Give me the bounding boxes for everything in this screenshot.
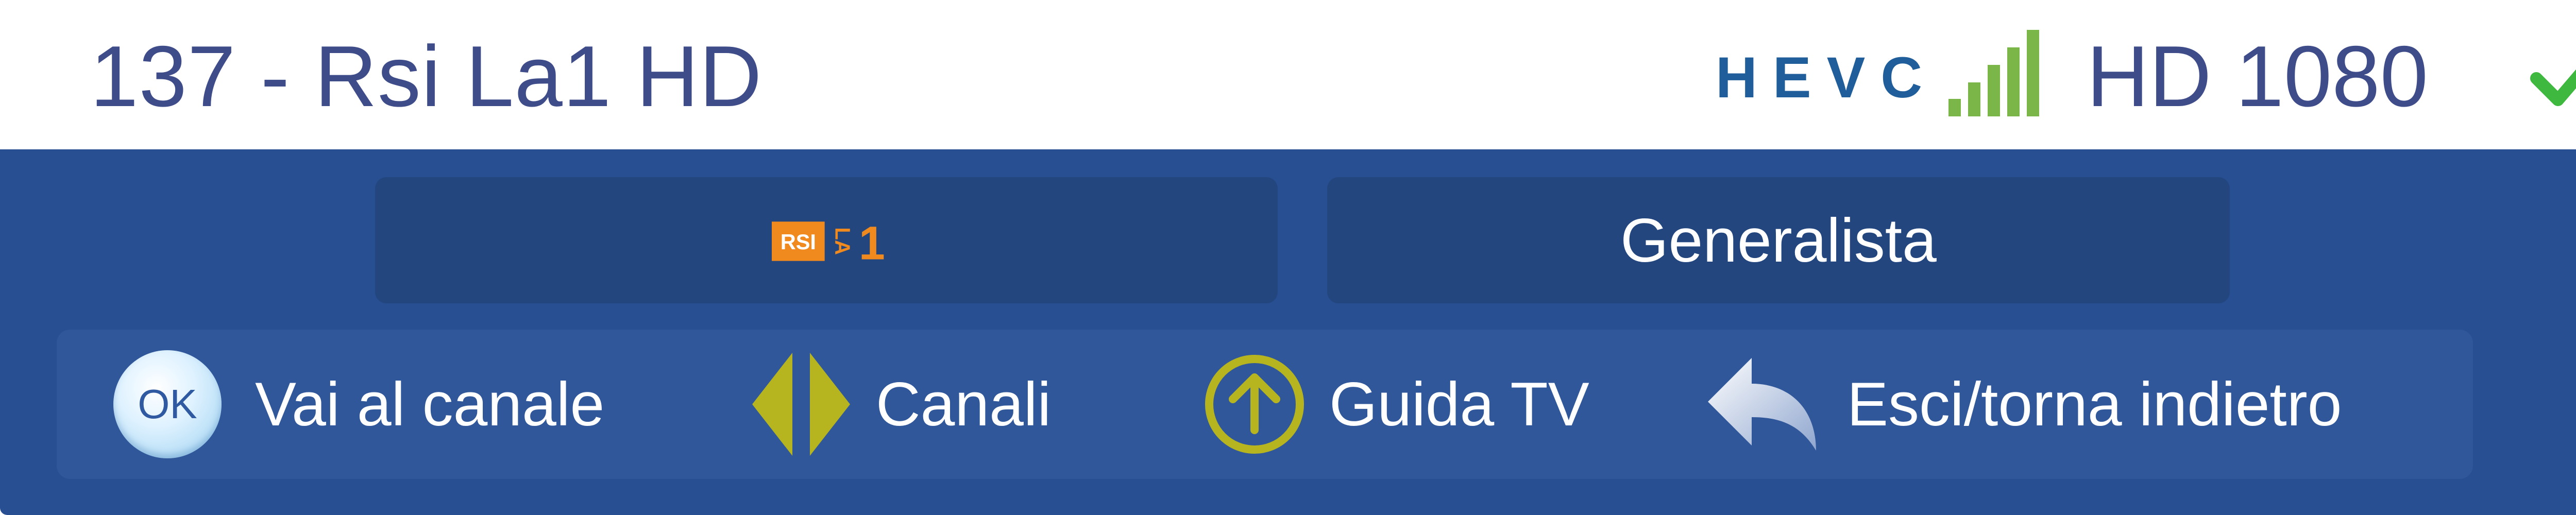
channel-header: 137 - Rsi La1 HD HEVC HD 1080 bbox=[0, 0, 2576, 149]
check-icon bbox=[2530, 69, 2576, 106]
hint-channels[interactable]: Canali bbox=[747, 330, 1051, 479]
resolution-label: HD 1080 bbox=[2087, 28, 2429, 125]
hint-label: Esci/torna indietro bbox=[1847, 370, 2342, 439]
svg-text:1: 1 bbox=[859, 217, 885, 270]
remote-hint-bar: OK Vai al canale Canali Guida TV Esci/to… bbox=[57, 330, 2473, 479]
channel-info-panel: RSI LA 1 Generalista OK Vai al canale Ca… bbox=[0, 149, 2576, 515]
hint-label: Vai al canale bbox=[255, 370, 605, 439]
back-arrow-icon bbox=[1708, 358, 1816, 451]
hint-label: Canali bbox=[876, 370, 1052, 439]
channel-title: 137 - Rsi La1 HD bbox=[90, 28, 762, 125]
genre-label: Generalista bbox=[1620, 205, 1937, 275]
channel-logo-box: RSI LA 1 bbox=[375, 177, 1278, 303]
hint-go-to-channel[interactable]: OK Vai al canale bbox=[113, 330, 604, 479]
hint-tv-guide[interactable]: Guida TV bbox=[1203, 330, 1589, 479]
ok-button-icon: OK bbox=[113, 350, 222, 458]
svg-text:LA: LA bbox=[831, 227, 854, 255]
svg-text:RSI: RSI bbox=[781, 230, 816, 254]
genre-box: Generalista bbox=[1327, 177, 2230, 303]
left-right-arrows-icon bbox=[752, 353, 850, 456]
hint-exit-back[interactable]: Esci/torna indietro bbox=[1703, 330, 2342, 479]
up-arrow-circle-icon bbox=[1205, 355, 1304, 454]
signal-strength-icon bbox=[1948, 30, 2041, 116]
rsi-la1-logo: RSI LA 1 bbox=[772, 217, 885, 270]
hint-label: Guida TV bbox=[1329, 370, 1589, 439]
hevc-codec-logo: HEVC bbox=[1716, 45, 1938, 110]
